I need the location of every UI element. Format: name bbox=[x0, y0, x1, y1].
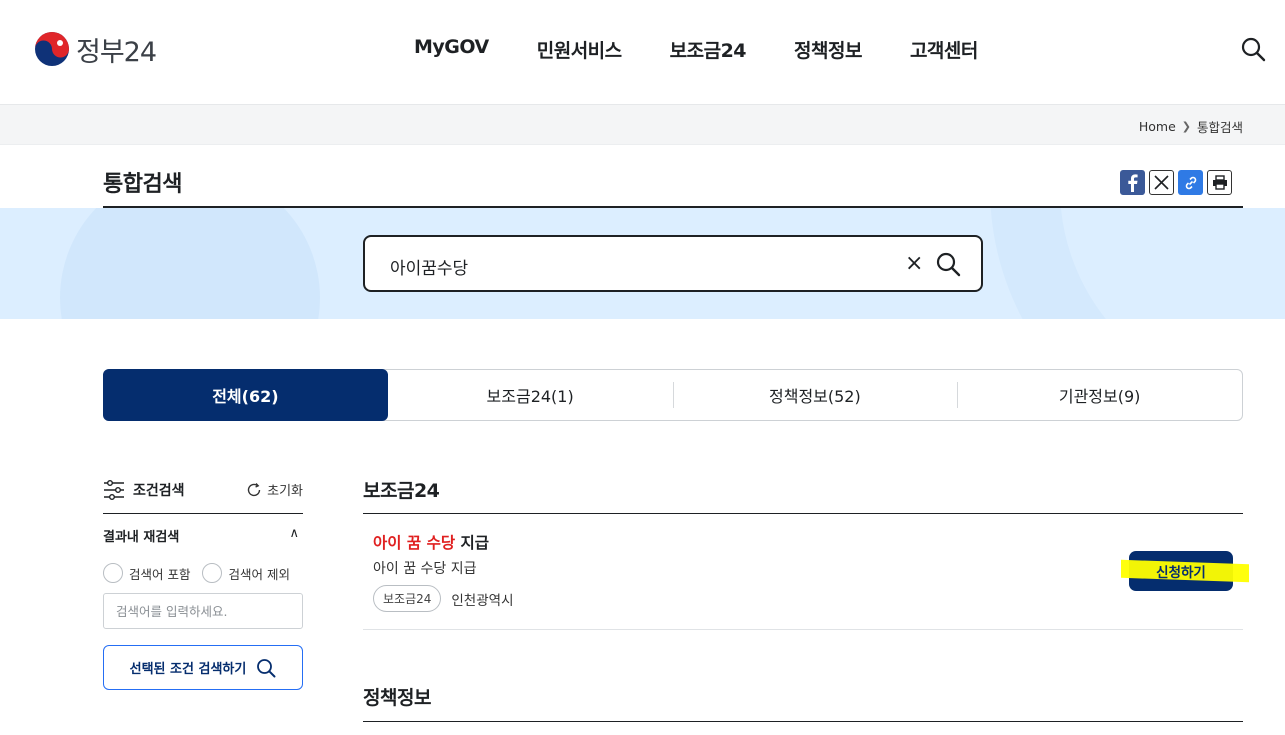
copy-link-button[interactable] bbox=[1178, 170, 1203, 195]
result-title-rest: 지급 bbox=[455, 534, 490, 552]
refresh-icon bbox=[247, 482, 261, 496]
subsidy-section-title: 보조금24 bbox=[363, 480, 440, 502]
radio-circle[interactable] bbox=[202, 563, 223, 583]
x-share-button[interactable] bbox=[1149, 170, 1174, 195]
tab-policy[interactable]: 정책정보(52) bbox=[672, 370, 958, 420]
search-submit-icon[interactable] bbox=[935, 251, 961, 277]
search-value: 아이꿈수당 bbox=[390, 259, 469, 279]
result-tag: 보조금24 bbox=[373, 585, 442, 612]
apply-filter-button[interactable]: 선택된 조건 검색하기 bbox=[103, 645, 303, 690]
breadcrumb: Home ❯ 통합검색 bbox=[1139, 117, 1243, 136]
page-title: 통합검색 bbox=[103, 172, 182, 197]
decorative-circle bbox=[60, 208, 320, 319]
print-button[interactable] bbox=[1207, 170, 1232, 195]
nav-item-policy[interactable]: 정책정보 bbox=[770, 36, 886, 63]
site-logo[interactable]: 정부24 bbox=[34, 30, 157, 68]
filter-title: 조건검색 bbox=[103, 480, 185, 500]
radio-include-label: 검색어 포함 bbox=[129, 566, 191, 582]
link-icon bbox=[1185, 176, 1196, 189]
result-title-highlight: 아이 꿈 수당 bbox=[373, 534, 456, 552]
apply-button-label: 신청하기 bbox=[1156, 565, 1206, 581]
breadcrumb-current: 통합검색 bbox=[1196, 120, 1243, 135]
decorative-ring bbox=[990, 208, 1285, 319]
policy-section-divider bbox=[363, 721, 1243, 722]
logo-text: 정부24 bbox=[76, 36, 157, 68]
breadcrumb-band: Home ❯ 통합검색 bbox=[0, 104, 1285, 145]
share-buttons bbox=[1120, 170, 1232, 195]
radio-circle[interactable] bbox=[103, 563, 123, 583]
taegeuk-logo-icon bbox=[35, 32, 69, 66]
keyword-mode-radios: 검색어 포함 검색어 제외 bbox=[103, 563, 290, 583]
chevron-right-icon: ❯ bbox=[1181, 120, 1191, 133]
nav-item-mygov[interactable]: MyGOV bbox=[390, 36, 513, 63]
refine-search-heading: 결과내 재검색 ∧ bbox=[103, 526, 303, 545]
facebook-share-button[interactable] bbox=[1120, 170, 1145, 195]
search-icon bbox=[257, 658, 276, 677]
radio-exclude-label: 검색어 제외 bbox=[228, 566, 290, 582]
result-region: 인천광역시 bbox=[451, 592, 514, 609]
facebook-icon bbox=[1127, 173, 1138, 192]
filter-header: 조건검색 초기화 bbox=[103, 478, 303, 514]
main-nav: MyGOV 민원서비스 보조금24 정책정보 고객센터 bbox=[390, 36, 1002, 63]
result-tabs: 전체(62) 보조금24(1) 정책정보(52) 기관정보(9) bbox=[103, 369, 1243, 421]
print-icon bbox=[1212, 175, 1227, 190]
chevron-up-icon[interactable]: ∧ bbox=[289, 526, 299, 541]
x-icon bbox=[1154, 175, 1169, 190]
radio-include[interactable]: 검색어 포함 bbox=[103, 563, 190, 583]
apply-filter-label: 선택된 조건 검색하기 bbox=[129, 662, 247, 677]
refine-search-label: 결과내 재검색 bbox=[103, 530, 180, 545]
clear-icon[interactable]: × bbox=[905, 251, 923, 276]
tab-subsidy[interactable]: 보조금24(1) bbox=[388, 370, 673, 420]
reset-button[interactable]: 초기화 bbox=[246, 480, 303, 499]
nav-item-civil-service[interactable]: 민원서비스 bbox=[513, 36, 646, 63]
result-description: 아이 꿈 수당 지급 bbox=[373, 561, 477, 577]
subsidy-section-divider bbox=[363, 513, 1243, 514]
result-meta: 보조금24 인천광역시 bbox=[373, 585, 514, 612]
search-input[interactable]: 아이꿈수당 × bbox=[363, 235, 983, 292]
site-header: 정부24 MyGOV 민원서비스 보조금24 정책정보 고객센터 bbox=[0, 0, 1285, 104]
radio-exclude[interactable]: 검색어 제외 bbox=[202, 563, 290, 583]
apply-button[interactable]: 신청하기 bbox=[1121, 551, 1249, 591]
nav-item-subsidy[interactable]: 보조금24 bbox=[646, 36, 770, 63]
policy-section-title: 정책정보 bbox=[363, 687, 431, 709]
tab-all[interactable]: 전체(62) bbox=[103, 369, 388, 421]
search-icon[interactable] bbox=[1240, 36, 1266, 62]
sliders-icon bbox=[104, 480, 124, 500]
breadcrumb-home[interactable]: Home bbox=[1139, 119, 1176, 134]
tab-agency[interactable]: 기관정보(9) bbox=[957, 370, 1242, 420]
nav-item-customer-center[interactable]: 고객센터 bbox=[886, 36, 1002, 63]
filter-title-label: 조건검색 bbox=[133, 483, 185, 499]
result-title[interactable]: 아이 꿈 수당 지급 bbox=[373, 531, 489, 553]
refine-keyword-input[interactable] bbox=[103, 593, 303, 629]
result-item: 아이 꿈 수당 지급 아이 꿈 수당 지급 보조금24 인천광역시 신청하기 bbox=[363, 515, 1249, 630]
reset-label: 초기화 bbox=[267, 484, 303, 499]
